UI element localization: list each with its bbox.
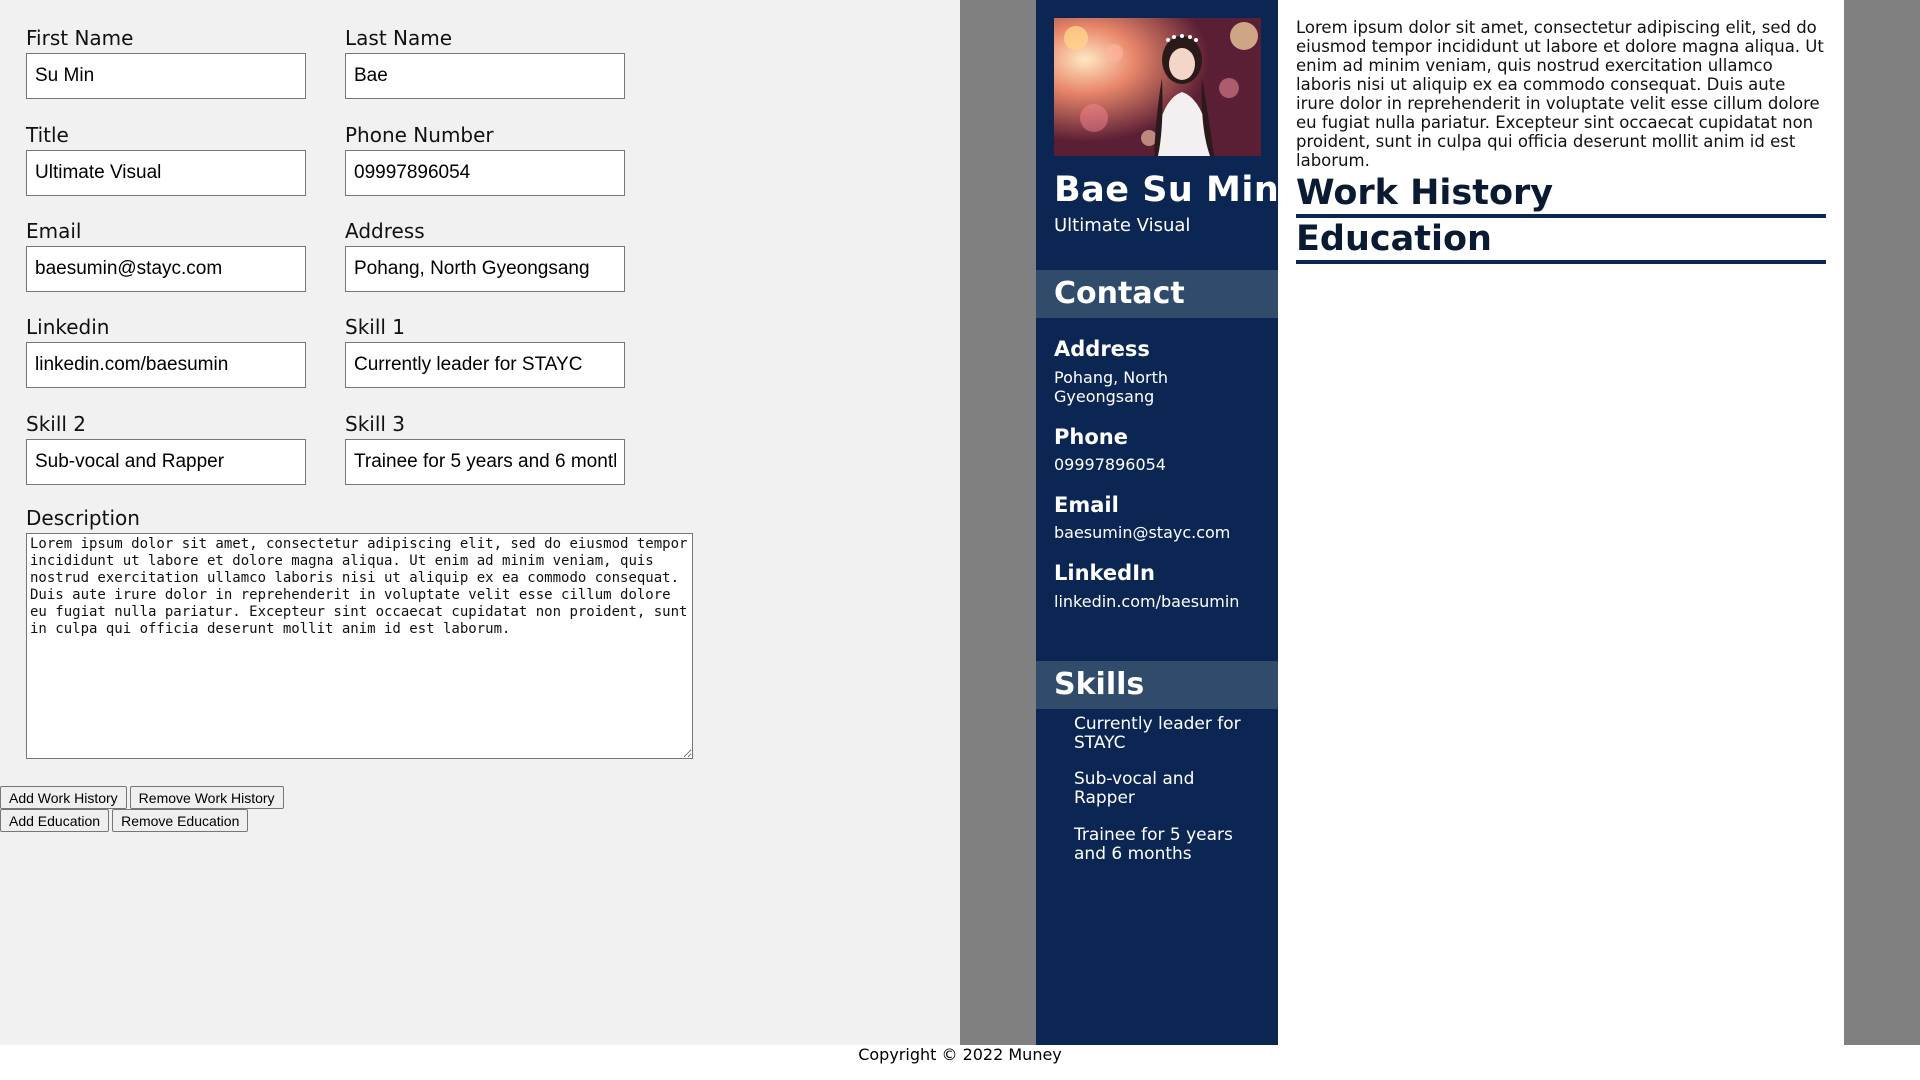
work-history-heading: Work History	[1296, 172, 1826, 218]
title-field: Title	[0, 123, 306, 196]
contact-linkedin-value: linkedin.com/baesumin	[1054, 592, 1240, 611]
contact-address-value: Pohang, North Gyeongsang	[1054, 368, 1169, 406]
title-label: Title	[26, 123, 69, 147]
linkedin-label: Linkedin	[26, 315, 110, 339]
skill3-input[interactable]	[345, 439, 625, 485]
resume-description: Lorem ipsum dolor sit amet, consectetur …	[1296, 18, 1824, 170]
copyright-text: Copyright © 2022 Muney	[858, 1045, 1062, 1064]
contact-email-label: Email	[1054, 493, 1119, 517]
title-input[interactable]	[26, 150, 306, 196]
address-field: Address	[319, 219, 625, 292]
profile-photo	[1054, 18, 1261, 156]
contact-address-label: Address	[1054, 337, 1150, 361]
skill1-input[interactable]	[345, 342, 625, 388]
last-name-input[interactable]	[345, 53, 625, 99]
first-name-label: First Name	[26, 26, 134, 50]
address-label: Address	[345, 219, 425, 243]
resume-form: First Name Last Name Title Phone Number …	[0, 0, 960, 1045]
add-education-button[interactable]: Add Education	[0, 809, 110, 832]
skill-item: Currently leader for STAYC	[1074, 714, 1241, 753]
resume-page: Bae Su Min Ultimate Visual Contact Addre…	[1036, 0, 1844, 1045]
email-field: Email	[0, 219, 306, 292]
skill3-label: Skill 3	[345, 412, 406, 436]
first-name-field: First Name	[0, 26, 306, 99]
resume-title: Ultimate Visual	[1054, 215, 1191, 236]
linkedin-input[interactable]	[26, 342, 306, 388]
email-input[interactable]	[26, 246, 306, 292]
phone-label: Phone Number	[345, 123, 494, 147]
phone-input[interactable]	[345, 150, 625, 196]
profile-photo-image	[1054, 18, 1261, 156]
footer: Copyright © 2022 Muney	[0, 1045, 1920, 1080]
add-work-history-button[interactable]: Add Work History	[0, 786, 127, 809]
description-label: Description	[26, 506, 140, 530]
contact-section-header: Contact	[1036, 270, 1278, 318]
skill-item: Trainee for 5 years and 6 months	[1074, 825, 1233, 864]
skill3-field: Skill 3	[319, 412, 625, 485]
education-heading: Education	[1296, 218, 1826, 264]
contact-phone-label: Phone	[1054, 425, 1128, 449]
remove-education-button[interactable]: Remove Education	[112, 809, 249, 832]
app-root: First Name Last Name Title Phone Number …	[0, 0, 1920, 1080]
skill1-label: Skill 1	[345, 315, 406, 339]
resume-name: Bae Su Min	[1054, 170, 1280, 210]
first-name-input[interactable]	[26, 53, 306, 99]
linkedin-field: Linkedin	[0, 315, 306, 388]
education-buttons: Add Education Remove Education	[0, 809, 251, 832]
description-field: Description Lorem ipsum dolor sit amet, …	[0, 506, 693, 759]
skill2-field: Skill 2	[0, 412, 306, 485]
skill-item: Sub-vocal and Rapper	[1074, 769, 1195, 808]
contact-email-value: baesumin@stayc.com	[1054, 523, 1231, 542]
resume-sidebar: Bae Su Min Ultimate Visual Contact Addre…	[1036, 0, 1280, 1045]
last-name-label: Last Name	[345, 26, 453, 50]
skill2-label: Skill 2	[26, 412, 87, 436]
last-name-field: Last Name	[319, 26, 625, 99]
contact-linkedin-label: LinkedIn	[1054, 561, 1155, 585]
skill2-input[interactable]	[26, 439, 306, 485]
remove-work-history-button[interactable]: Remove Work History	[129, 786, 284, 809]
email-label: Email	[26, 219, 82, 243]
phone-field: Phone Number	[319, 123, 625, 196]
work-history-buttons: Add Work History Remove Work History	[0, 786, 287, 809]
skill1-field: Skill 1	[319, 315, 625, 388]
contact-phone-value: 09997896054	[1054, 455, 1166, 474]
skills-section-header: Skills	[1036, 661, 1278, 709]
description-textarea[interactable]: Lorem ipsum dolor sit amet, consectetur …	[26, 533, 693, 759]
address-input[interactable]	[345, 246, 625, 292]
